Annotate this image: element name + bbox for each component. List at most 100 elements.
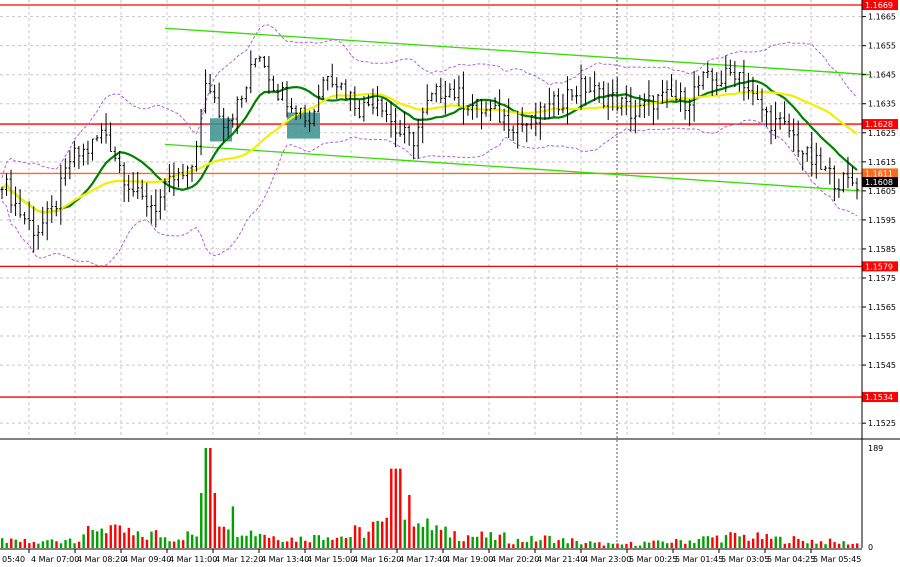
volume-bar — [276, 540, 280, 548]
candle — [647, 80, 651, 117]
candle — [584, 76, 588, 106]
time-tick-label: 4 Mar 21:40 — [537, 555, 585, 564]
volume-bar — [489, 532, 492, 548]
volume-bar — [430, 530, 434, 548]
volume-bar — [123, 532, 126, 548]
volume-bar — [195, 536, 198, 548]
volume-bar — [376, 520, 379, 548]
volume-bar — [516, 538, 520, 548]
volume-bar — [132, 535, 135, 548]
volume-bar — [412, 526, 416, 548]
candle — [823, 165, 827, 171]
volume-bar — [561, 538, 565, 548]
time-tick-label: 4 Mar 07:00 — [31, 555, 79, 564]
volume-bar — [308, 542, 312, 548]
volume-bar — [362, 537, 366, 548]
candle — [498, 89, 502, 123]
time-tick-label: 4 Mar 11:00 — [169, 555, 217, 564]
volume-bar — [177, 539, 180, 548]
candle — [321, 76, 325, 101]
candle — [733, 60, 737, 88]
volume-bar — [127, 527, 131, 548]
volume-bar — [417, 523, 420, 548]
candle — [199, 109, 203, 156]
candle — [339, 82, 343, 91]
candle — [801, 150, 805, 171]
volume-bar — [213, 493, 217, 548]
candle — [131, 172, 135, 197]
volume-bar — [466, 535, 470, 548]
volume-bar — [751, 538, 755, 548]
candle — [430, 92, 434, 102]
volume-bar — [41, 541, 45, 548]
volume-bar — [747, 540, 750, 548]
candle — [457, 75, 461, 107]
volume-bar — [50, 539, 54, 548]
candle — [271, 75, 275, 92]
volume-bar — [675, 539, 678, 548]
volume-bar — [706, 536, 710, 548]
volume-bar — [100, 528, 103, 548]
volume-bar — [756, 532, 759, 548]
volume-bar — [399, 468, 402, 548]
candle — [145, 182, 149, 217]
candle — [819, 147, 823, 171]
candle — [176, 167, 180, 188]
candle — [50, 195, 54, 224]
volume-bar — [476, 536, 479, 548]
time-tick-label: 5 Mar 03:05 — [721, 555, 769, 564]
volume-bar — [792, 536, 796, 548]
volume-bar — [539, 540, 542, 548]
volume-bar — [761, 539, 764, 548]
candle — [778, 112, 782, 130]
candle — [502, 108, 506, 131]
volume-bar — [797, 538, 800, 548]
volume-bar — [629, 542, 633, 548]
volume-bar — [851, 543, 854, 548]
price-chart-svg[interactable]: 1.1665 1.1655 1.1645 1.1635 1.1625 1.1615 1.16… — [0, 0, 900, 567]
volume-bar — [231, 506, 235, 548]
volume-bar — [503, 532, 506, 548]
volume-bar — [815, 543, 818, 548]
price-tick-label: 1.1555 — [868, 332, 896, 341]
volume-bar — [856, 543, 859, 548]
volume-bar — [340, 536, 343, 548]
volume-bar — [181, 540, 185, 548]
volume-bar — [453, 531, 456, 548]
candle — [697, 75, 701, 96]
volume-max-label: 189 — [868, 444, 883, 453]
volume-bar — [145, 539, 149, 548]
volume-bar — [32, 541, 36, 548]
volume-bar — [534, 541, 538, 548]
time-tick-label: 4 Mar 19:00 — [445, 555, 493, 564]
volume-bar — [494, 539, 497, 548]
time-tick-label: 5 Mar 01:45 — [675, 555, 723, 564]
candle — [629, 87, 633, 132]
volume-bar — [779, 536, 782, 548]
time-tick-label: 4 Mar 20:20 — [491, 555, 539, 564]
volume-bar — [73, 543, 76, 548]
volume-bar — [204, 448, 207, 548]
volume-bar — [55, 541, 58, 548]
trading-chart[interactable]: 1.1665 1.1655 1.1645 1.1635 1.1625 1.1615 1.16… — [0, 0, 900, 567]
volume-bar — [141, 536, 144, 548]
price-tick-label: 1.1545 — [868, 361, 896, 370]
volume-bar — [634, 545, 637, 548]
candle — [213, 84, 217, 104]
candle — [850, 166, 854, 187]
candle — [516, 110, 520, 149]
volume-bar — [109, 525, 112, 548]
time-tick-label: 4 Mar 09:40 — [123, 555, 171, 564]
volume-bar — [679, 540, 682, 548]
volume-bar — [647, 542, 651, 548]
moving-average-line — [1, 79, 858, 214]
volume-bar — [448, 537, 452, 548]
volume-bar — [421, 526, 425, 548]
volume-bar — [335, 537, 339, 548]
volume-bar — [59, 543, 63, 548]
volume-bar — [77, 541, 81, 548]
candle — [398, 119, 402, 137]
volume-bar — [620, 544, 624, 548]
candle — [267, 56, 271, 95]
candle — [461, 71, 465, 125]
